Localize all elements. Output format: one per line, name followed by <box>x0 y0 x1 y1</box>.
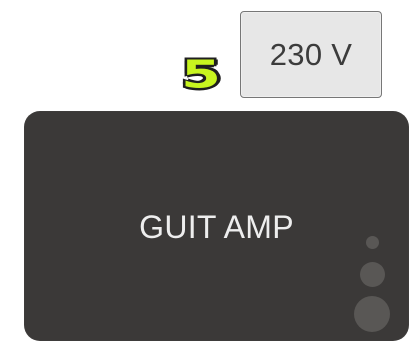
voltage-label: 230 V <box>269 36 353 72</box>
voltage-option-card[interactable]: 230 V <box>240 11 382 98</box>
guitar-amp-label: GUIT AMP <box>139 209 294 245</box>
step-number-badge: 5 <box>181 52 221 97</box>
large-indicator-dot <box>354 296 390 332</box>
medium-indicator-dot <box>360 262 385 287</box>
small-indicator-dot <box>366 236 379 249</box>
appliance-screen: 5 230 V GUIT AMP <box>0 0 412 345</box>
guitar-amp-card[interactable]: GUIT AMP <box>24 111 409 341</box>
